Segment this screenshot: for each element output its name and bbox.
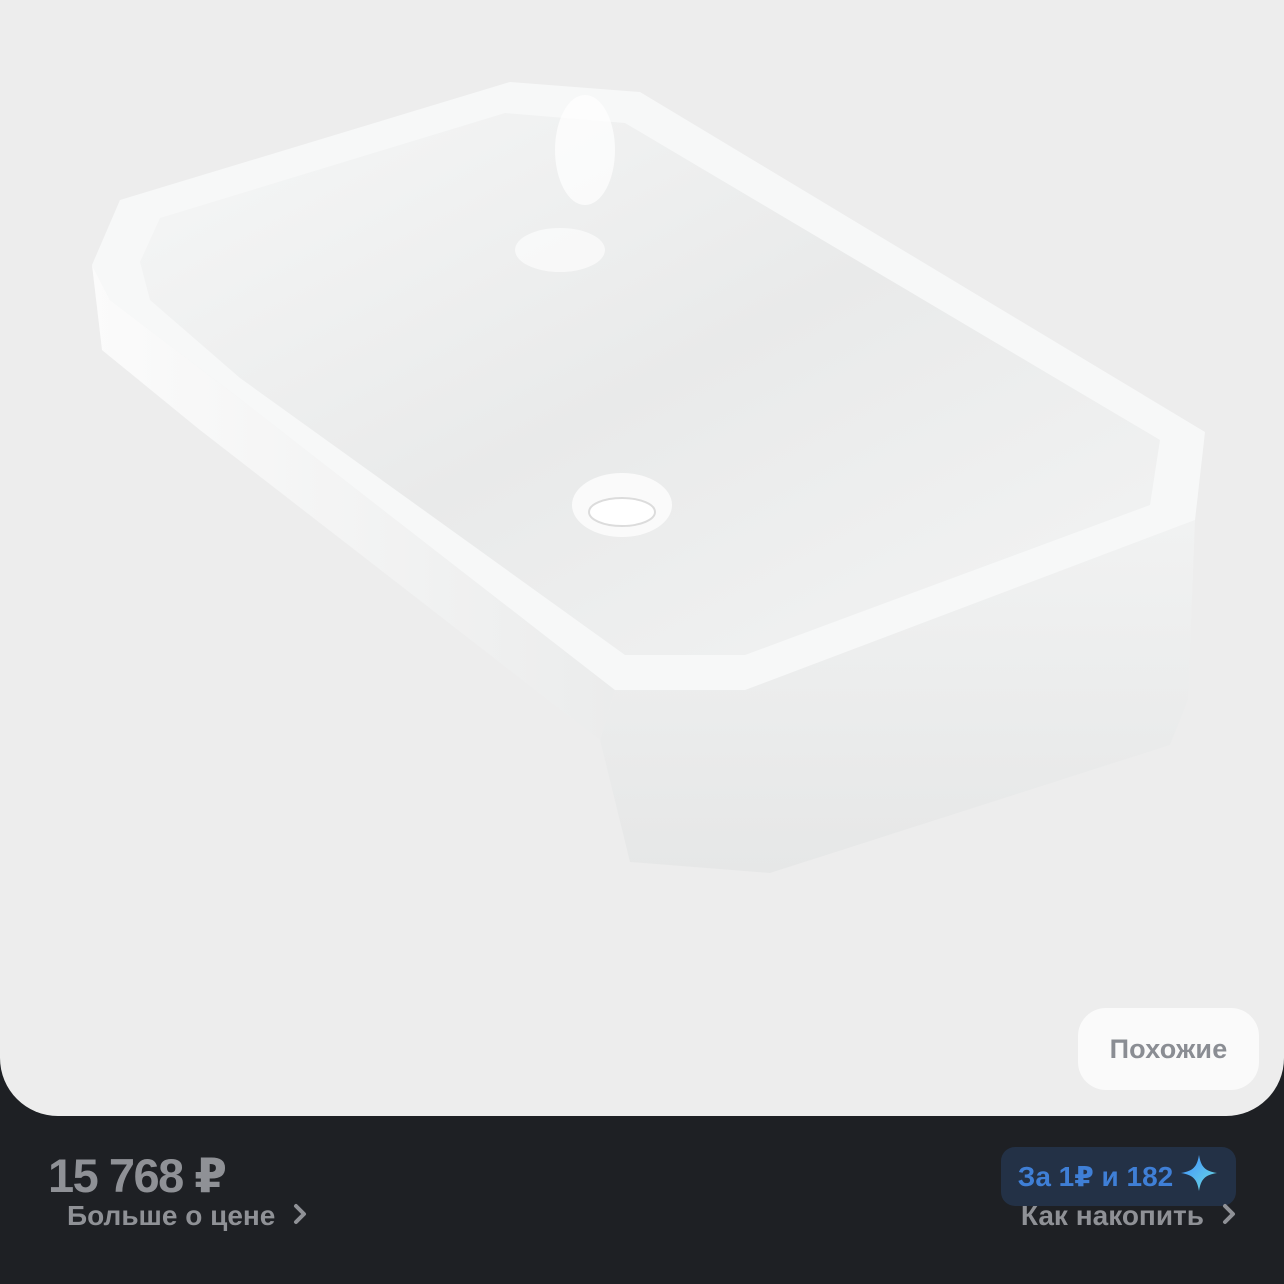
bonus-label: За 1₽ и 182 xyxy=(1017,1161,1174,1192)
chevron-right-icon xyxy=(1222,1200,1236,1232)
more-about-price-link[interactable]: Больше о цене xyxy=(67,1196,307,1236)
product-image xyxy=(92,82,1205,873)
how-to-save-label: Как накопить xyxy=(1020,1200,1204,1231)
similar-button-label: Похожие xyxy=(1109,1033,1228,1064)
product-image-area[interactable]: Похожие xyxy=(0,0,1284,1116)
sparkle-star-icon xyxy=(1179,1153,1219,1200)
similar-button[interactable]: Похожие xyxy=(1078,1008,1259,1090)
chevron-right-icon xyxy=(293,1200,307,1232)
how-to-save-link[interactable]: Как накопить xyxy=(1021,1196,1236,1236)
more-about-price-label: Больше о цене xyxy=(67,1200,276,1231)
